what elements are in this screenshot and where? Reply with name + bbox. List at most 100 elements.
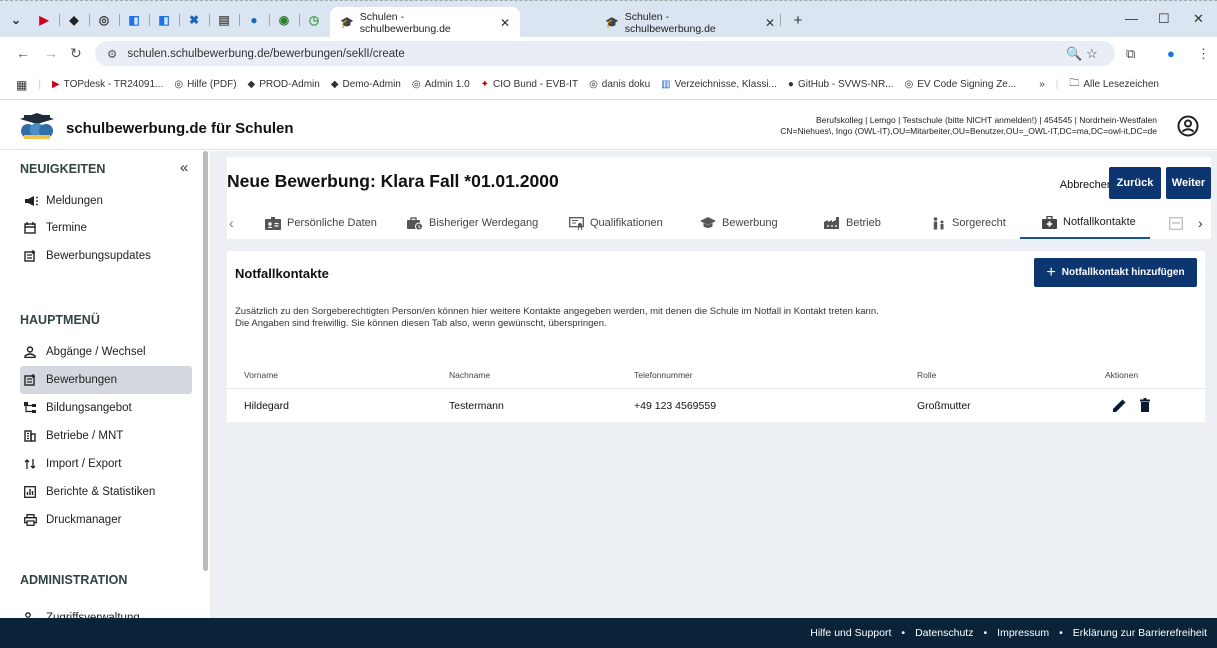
more-bookmarks-button[interactable]: » <box>1039 79 1045 90</box>
sidebar-item-meldungen[interactable]: Meldungen <box>20 187 192 215</box>
footer-link-datenschutz[interactable]: Datenschutz <box>915 627 973 639</box>
plus-icon: + <box>1046 263 1056 281</box>
sidebar-item-label: Termine <box>46 222 87 234</box>
menu-dots-icon[interactable]: ⋮ <box>1197 46 1210 62</box>
tab-persoenliche-daten[interactable]: Persönliche Daten <box>265 207 377 239</box>
certificate-icon <box>569 216 584 230</box>
pinned-tab-confluence-icon[interactable]: ✖ <box>184 10 204 30</box>
back-button[interactable]: Zurück <box>1109 167 1161 199</box>
import-export-icon <box>20 458 46 470</box>
pinned-tab-admin-icon[interactable]: ◆ <box>64 10 84 30</box>
column-header-vorname[interactable]: Vorname <box>244 370 278 380</box>
reload-icon[interactable]: ↻ <box>70 45 82 62</box>
tabs-scroll-right-icon[interactable]: › <box>1198 215 1203 231</box>
bookmark-item[interactable]: ◆ Demo-Admin <box>331 79 401 90</box>
pinned-tab-chrome-icon[interactable]: ◉ <box>274 10 294 30</box>
tab-bewerbung[interactable]: Bewerbung <box>700 207 778 239</box>
all-bookmarks-button[interactable]: 🗀 Alle Lesezeichen <box>1069 76 1159 93</box>
bookmark-item[interactable]: ◎ EV Code Signing Ze... <box>905 79 1017 90</box>
close-tab-icon[interactable]: ✕ <box>500 16 510 30</box>
column-header-telefonnummer[interactable]: Telefonnummer <box>634 370 693 380</box>
tab-label: Bewerbung <box>722 217 778 229</box>
tab-bisheriger-werdegang[interactable]: Bisheriger Werdegang <box>407 207 538 239</box>
collapse-sidebar-button[interactable]: « <box>180 159 188 176</box>
sidebar-item-betriebe[interactable]: Betriebe / MNT <box>20 422 192 450</box>
close-tab-icon[interactable]: ✕ <box>765 16 775 30</box>
bookmark-item[interactable]: ● GitHub - SVWS-NR... <box>788 79 894 90</box>
site-settings-icon[interactable]: ⚙ <box>107 47 117 61</box>
pinned-tab-globe2-icon[interactable]: ● <box>244 10 264 30</box>
url-field[interactable]: ⚙ schulen.schulbewerbung.de/bewerbungen/… <box>95 41 1115 66</box>
tab-label: Betrieb <box>846 217 881 229</box>
sidebar-item-label: Bewerbungsupdates <box>46 250 151 262</box>
factory-icon <box>824 217 840 229</box>
tabs-scroll-left-icon[interactable]: ‹ <box>229 215 234 231</box>
star-icon[interactable]: ☆ <box>1086 46 1098 62</box>
tab-notfallkontakte[interactable]: Notfallkontakte <box>1020 207 1150 239</box>
new-tab-button[interactable]: + <box>788 10 808 30</box>
sidebar-item-bildungsangebot[interactable]: Bildungsangebot <box>20 394 192 422</box>
bookmark-item[interactable]: ◎ Admin 1.0 <box>412 79 470 90</box>
table-row: Hildegard Testermann +49 123 4569559 Gro… <box>227 389 1205 422</box>
browser-tab-active[interactable]: 🎓 Schulen - schulbewerbung.de ✕ <box>330 7 520 38</box>
graduation-cap-icon: 🎓 <box>340 17 354 29</box>
sidebar-item-bewerbungsupdates[interactable]: Bewerbungsupdates <box>20 242 192 270</box>
sidebar-item-termine[interactable]: Termine <box>20 214 192 242</box>
sidebar-item-druckmanager[interactable]: Druckmanager <box>20 506 192 534</box>
browser-tab[interactable]: 🎓 Schulen - schulbewerbung.de ✕ <box>595 7 785 38</box>
pinned-tab-globe-icon[interactable]: ◎ <box>94 10 114 30</box>
building-icon <box>20 430 46 442</box>
back-arrow-icon[interactable]: ← <box>16 45 30 61</box>
sidebar-item-berichte[interactable]: Berichte & Statistiken <box>20 478 192 506</box>
bookmark-item[interactable]: ◆ PROD-Admin <box>248 79 320 90</box>
sidebar-item-label: Bildungsangebot <box>46 402 132 414</box>
first-aid-icon <box>1042 215 1057 229</box>
sidebar-item-bewerbungen[interactable]: Bewerbungen <box>20 366 192 394</box>
add-emergency-contact-button[interactable]: + Notfallkontakt hinzufügen <box>1034 258 1197 287</box>
globe-icon: ◎ <box>411 79 421 90</box>
footer-link-barrierefreiheit[interactable]: Erklärung zur Barrierefreiheit <box>1073 627 1207 639</box>
logo-icon[interactable] <box>20 113 54 139</box>
card-title: Notfallkontakte <box>235 266 329 281</box>
tab-betrieb[interactable]: Betrieb <box>824 207 881 239</box>
pinned-tab-clock-icon[interactable]: ◷ <box>304 10 324 30</box>
folder-icon: 🗀 <box>1069 78 1080 89</box>
sidebar-item-import-export[interactable]: Import / Export <box>20 450 192 478</box>
next-button[interactable]: Weiter <box>1166 167 1211 199</box>
zoom-icon[interactable]: 🔍 <box>1066 46 1082 62</box>
sidebar: NEUIGKEITEN « Meldungen Termine Bewerbun… <box>0 151 210 624</box>
bookmark-item[interactable]: ◎ Hilfe (PDF) <box>174 79 236 90</box>
pinned-tab-app-icon[interactable]: ◧ <box>124 10 144 30</box>
close-window-icon[interactable]: ✕ <box>1193 11 1204 27</box>
minimize-icon[interactable]: — <box>1125 11 1138 26</box>
bookmark-item[interactable]: ▥ Verzeichnisse, Klassi... <box>661 79 777 90</box>
bookmark-item[interactable]: ▶ TOPdesk - TR24091... <box>52 79 163 90</box>
pinned-tab-app2-icon[interactable]: ◧ <box>154 10 174 30</box>
tab-qualifikationen[interactable]: Qualifikationen <box>569 207 663 239</box>
tab-overflow-icon[interactable] <box>1169 207 1183 239</box>
extensions-icon[interactable]: ⧉ <box>1126 46 1135 62</box>
trash-icon[interactable] <box>1140 398 1150 412</box>
forward-arrow-icon[interactable]: → <box>44 45 58 61</box>
cancel-button[interactable]: Abbrechen <box>1060 172 1113 198</box>
column-header-rolle[interactable]: Rolle <box>917 370 936 380</box>
browser-tab-title: Schulen - schulbewerbung.de <box>359 10 451 35</box>
tab-search-icon[interactable]: ⌄ <box>6 10 26 30</box>
apps-grid-icon[interactable]: ▦ <box>16 78 27 92</box>
pencil-icon[interactable] <box>1113 399 1126 412</box>
footer-link-support[interactable]: Hilfe und Support <box>810 627 891 639</box>
footer-link-impressum[interactable]: Impressum <box>997 627 1049 639</box>
pinned-tab-pdf-icon[interactable]: ▤ <box>214 10 234 30</box>
sidebar-scrollbar[interactable] <box>203 151 208 571</box>
bookmark-item[interactable]: ✦ CIO Bund - EVB-IT <box>481 79 578 90</box>
account-icon[interactable] <box>1177 115 1199 137</box>
column-header-nachname[interactable]: Nachname <box>449 370 490 380</box>
admin-icon: ◆ <box>330 79 339 90</box>
info-line: Zusätzlich zu den Sorgeberechtigten Pers… <box>235 306 879 317</box>
maximize-icon[interactable]: ☐ <box>1158 11 1170 27</box>
pinned-tab-topdesk-icon[interactable]: ▶ <box>34 10 54 30</box>
bookmark-item[interactable]: ◎ danis doku <box>589 79 650 90</box>
sidebar-item-abgaenge[interactable]: Abgänge / Wechsel <box>20 338 192 366</box>
tab-sorgerecht[interactable]: Sorgerecht <box>932 207 1006 239</box>
profile-icon[interactable]: ● <box>1167 46 1175 61</box>
